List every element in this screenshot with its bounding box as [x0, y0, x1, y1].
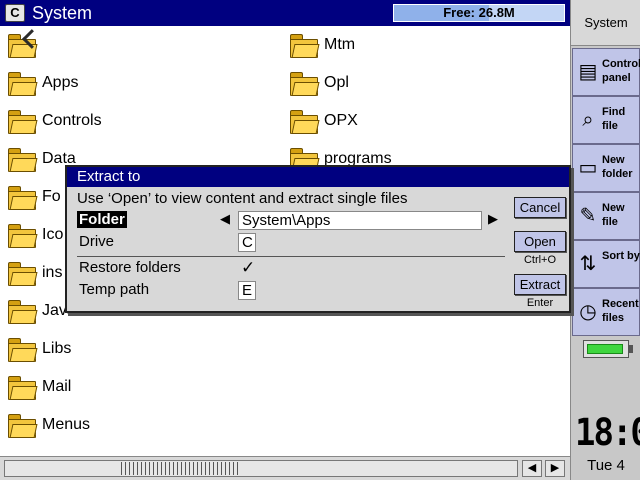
file-name: Mtm [324, 36, 356, 53]
folder-icon [286, 106, 320, 136]
recent-files-icon: ◷ [579, 301, 597, 323]
file-name: ins [42, 264, 63, 281]
scroll-left-arrow[interactable]: ◀ [522, 460, 542, 477]
file-name: Libs [42, 340, 72, 357]
folder-prev-arrow[interactable]: ◀ [220, 211, 230, 227]
day-date: Tue 4 [587, 457, 625, 474]
toolbar-button-label: Recent files [602, 298, 639, 324]
horizontal-scrollbar[interactable]: ◀ ▶ [0, 456, 570, 480]
toolbar-button-label: Sort by [602, 250, 640, 262]
file-item[interactable]: Mail [4, 369, 274, 407]
battery-indicator [583, 340, 633, 358]
dialog-description: Use ‘Open’ to view content and extract s… [77, 190, 408, 207]
toolbar-button-label: Control panel [602, 58, 640, 84]
toolbar-button[interactable]: ⌕ Find file [572, 96, 640, 144]
toolbar-button[interactable]: ◷ Recent files [572, 288, 640, 336]
file-name: Fo [42, 188, 61, 205]
extract-shortcut-hint: Enter [526, 297, 554, 309]
folder-icon [286, 30, 320, 60]
file-item[interactable] [4, 27, 274, 65]
toolbar-button[interactable]: ▭ New folder [572, 144, 640, 192]
folder-icon [4, 410, 38, 440]
dialog-separator [77, 256, 505, 257]
new-file-icon: ✎ [579, 205, 597, 227]
folder-icon [4, 182, 38, 212]
file-name: Apps [42, 74, 79, 91]
file-name: Menus [42, 416, 91, 433]
open-shortcut-hint: Ctrl+O [523, 254, 557, 266]
drive-icon[interactable]: C [5, 4, 25, 22]
drive-label: Drive [79, 233, 115, 250]
folder-next-arrow[interactable]: ▶ [488, 211, 498, 227]
new-folder-icon: ▭ [578, 157, 598, 179]
folder-label: Folder [77, 211, 127, 228]
file-item[interactable]: Opl [286, 65, 556, 103]
folder-icon [4, 372, 38, 402]
folder-field[interactable]: System\Apps [238, 211, 482, 230]
scroll-right-arrow[interactable]: ▶ [545, 460, 565, 477]
cancel-button[interactable]: Cancel [514, 197, 566, 218]
toolbar-button[interactable]: ⇅ Sort by [572, 240, 640, 288]
toolbar: System 18:05 Tue 4 ▤Control panel ⌕ Find f… [570, 0, 640, 480]
free-space-indicator: Free: 26.8M [393, 4, 565, 22]
folder-icon [4, 106, 38, 136]
file-name: Controls [42, 112, 102, 129]
folder-icon [4, 68, 38, 98]
file-item[interactable]: OPX [286, 103, 556, 141]
scroll-thumb[interactable] [121, 462, 241, 475]
binoculars-icon: ⌕ [582, 109, 594, 131]
folder-icon [4, 296, 38, 326]
title-bar: C System Free: 26.8M [0, 0, 570, 26]
battery-level [587, 344, 623, 354]
dialog-title: Extract to [67, 167, 569, 187]
folder-icon [4, 220, 38, 250]
toolbar-button-label: New folder [602, 154, 633, 180]
battery-terminal [629, 345, 633, 353]
extract-button[interactable]: Extract [514, 274, 566, 295]
temp-path-label: Temp path [79, 281, 150, 298]
clock[interactable]: 18:05 [575, 413, 640, 453]
temp-path-field[interactable]: E [238, 281, 256, 300]
file-name: Mail [42, 378, 72, 395]
restore-folders-label: Restore folders [79, 259, 181, 276]
file-name: Opl [324, 74, 349, 91]
file-item[interactable]: Apps [4, 65, 274, 103]
drive-field[interactable]: C [238, 233, 256, 252]
file-item[interactable]: Mtm [286, 27, 556, 65]
free-space-label: Free: 26.8M [443, 5, 515, 20]
window-title: System [32, 3, 93, 23]
folder-icon [4, 258, 38, 288]
file-item[interactable]: Libs [4, 331, 274, 369]
file-item[interactable]: Controls [4, 103, 274, 141]
restore-folders-checkbox[interactable]: ✓ [238, 259, 256, 278]
toolbar-button-label: New file [602, 202, 625, 228]
scroll-track[interactable] [4, 460, 518, 477]
file-name: Ico [42, 226, 64, 243]
toolbar-button[interactable]: ✎ New file [572, 192, 640, 240]
extract-dialog: Extract to Use ‘Open’ to view content an… [65, 165, 571, 313]
sort-icon: ⇅ [579, 253, 597, 275]
toolbar-button-label: Find file [602, 106, 626, 132]
folder-up-icon [4, 29, 42, 60]
toolbar-button[interactable]: ▤ Control panel [572, 48, 640, 96]
folder-icon [4, 334, 38, 364]
file-name: OPX [324, 112, 358, 129]
folder-icon [4, 144, 38, 174]
folder-icon [286, 68, 320, 98]
control-panel-icon: ▤ [578, 61, 598, 83]
file-item[interactable]: Menus [4, 407, 274, 445]
toolbar-title[interactable]: System [571, 0, 640, 46]
open-button[interactable]: Open [514, 231, 566, 252]
